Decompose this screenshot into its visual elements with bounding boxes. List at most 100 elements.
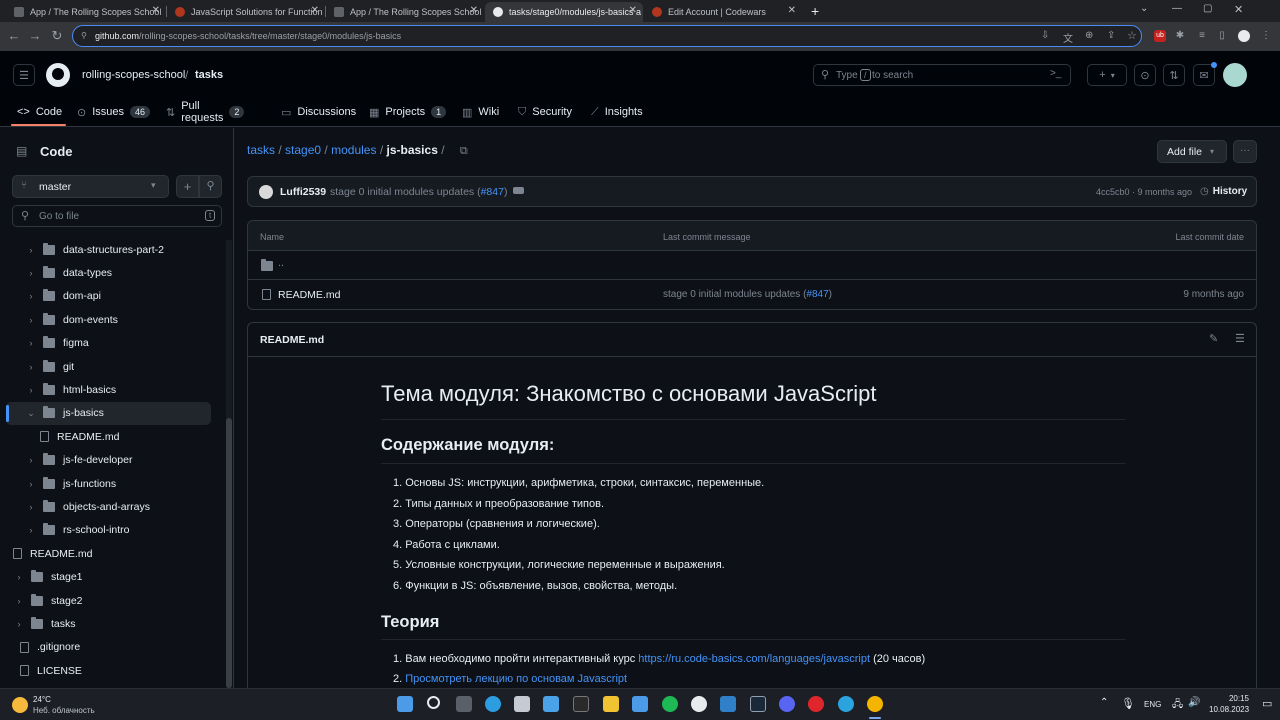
minimize-icon[interactable]: — <box>1172 3 1182 14</box>
window-close-icon[interactable]: ✕ <box>1234 3 1243 16</box>
sidepanel-icon[interactable]: ▯ <box>1216 30 1228 42</box>
copy-path-icon[interactable]: ⧉ <box>460 145 468 157</box>
chevron-right-icon[interactable]: › <box>25 362 37 372</box>
tree-folder[interactable]: › dom-api <box>25 285 101 308</box>
tree-folder[interactable]: › git <box>25 355 74 378</box>
address-bar[interactable]: ⚲ github.com/rolling-scopes-school/tasks… <box>72 25 1142 47</box>
tree-folder[interactable]: ⌄ js-basics <box>25 402 104 425</box>
branch-selector[interactable]: ⑂ master ▾ <box>12 175 169 198</box>
tab-security[interactable]: ⛉ Security <box>518 98 572 126</box>
chevron-right-icon[interactable]: › <box>25 479 37 489</box>
chevron-right-icon[interactable]: › <box>25 455 37 465</box>
user-avatar[interactable] <box>1223 63 1247 87</box>
close-icon[interactable]: ✕ <box>629 5 637 16</box>
network-icon[interactable]: 🖧 <box>1172 697 1183 714</box>
tab-pull-requests[interactable]: ⇅ Pull requests 2 <box>166 98 245 126</box>
file-explorer-icon[interactable] <box>603 696 619 712</box>
row-commit-message[interactable]: stage 0 initial modules updates (#847) <box>663 289 832 300</box>
tree-folder[interactable]: › figma <box>25 332 89 355</box>
repo-name-link[interactable]: tasks <box>195 69 223 81</box>
go-to-file-input[interactable]: ⚲ Go to file t <box>12 205 222 227</box>
tree-folder[interactable]: › stage1 <box>13 566 83 589</box>
volume-icon[interactable]: 🔊 <box>1188 697 1200 708</box>
tree-folder[interactable]: › stage2 <box>13 589 83 612</box>
chevron-right-icon[interactable]: › <box>13 619 25 629</box>
clock-date[interactable]: 10.08.2023 <box>1209 705 1249 714</box>
issues-icon[interactable]: ⊙ <box>1134 64 1156 86</box>
extensions-icon[interactable]: ✱ <box>1174 30 1186 42</box>
more-options-button[interactable]: ··· <box>1233 140 1257 163</box>
chevron-right-icon[interactable]: › <box>25 268 37 278</box>
browser-tab[interactable]: App / The Rolling Scopes School ✕ <box>326 2 484 22</box>
tree-folder[interactable]: › tasks <box>13 612 76 635</box>
author-avatar[interactable] <box>259 185 273 199</box>
row-pr-link[interactable]: #847 <box>806 289 828 300</box>
chevron-right-icon[interactable]: › <box>25 315 37 325</box>
edge-icon[interactable] <box>485 696 501 712</box>
edit-pencil-icon[interactable]: ✎ <box>1209 332 1218 345</box>
close-icon[interactable]: ✕ <box>311 5 319 16</box>
forward-icon[interactable]: → <box>27 28 43 43</box>
lecture-link[interactable]: Просмотреть лекцию по основам Javascript <box>405 673 627 685</box>
install-icon[interactable]: ⇩ <box>1041 30 1049 41</box>
reload-icon[interactable]: ↻ <box>49 28 65 44</box>
create-new-button[interactable]: + ▾ <box>1087 64 1127 86</box>
microphone-icon[interactable]: 🎙 <box>1121 697 1135 710</box>
chevron-right-icon[interactable]: › <box>25 525 37 535</box>
browser-tab[interactable]: Edit Account | Codewars ✕ <box>644 2 802 22</box>
file-name-link[interactable]: README.md <box>278 289 340 301</box>
chevron-right-icon[interactable]: › <box>25 385 37 395</box>
weather-sun-icon[interactable] <box>12 697 28 713</box>
zoom-icon[interactable]: ⊕ <box>1085 30 1093 41</box>
add-file-button[interactable]: Add file ▾ <box>1157 140 1227 163</box>
tab-projects[interactable]: ▦ Projects 1 <box>369 98 447 126</box>
discord-icon[interactable] <box>779 696 795 712</box>
tree-file[interactable]: README.md <box>13 542 92 565</box>
input-language[interactable]: ENG <box>1144 700 1161 709</box>
add-file-icon[interactable]: + <box>176 175 199 198</box>
close-icon[interactable]: ✕ <box>470 5 478 16</box>
repo-owner-link[interactable]: rolling-scopes-school <box>82 69 185 81</box>
parent-dir-link[interactable]: .. <box>278 257 284 269</box>
task-view-icon[interactable] <box>456 696 472 712</box>
pen-app-icon[interactable] <box>632 696 648 712</box>
telegram-icon[interactable] <box>838 696 854 712</box>
collapse-sidebar-icon[interactable]: ▤ <box>16 144 27 158</box>
tab-issues[interactable]: ⊙ Issues 46 <box>77 98 151 126</box>
profile-avatar-icon[interactable] <box>1238 30 1250 42</box>
hamburger-menu-icon[interactable]: ☰ <box>13 64 35 86</box>
chevron-right-icon[interactable]: › <box>25 245 37 255</box>
github-logo-icon[interactable] <box>46 63 70 87</box>
sidebar-scroll-thumb[interactable] <box>226 418 232 688</box>
new-tab-button[interactable]: + <box>811 3 819 19</box>
breadcrumb-link[interactable]: tasks <box>247 143 275 157</box>
spotify-icon[interactable] <box>662 696 678 712</box>
windows-start-icon[interactable] <box>397 696 413 712</box>
outline-list-icon[interactable]: ☰ <box>1235 332 1245 345</box>
maximize-icon[interactable]: ▢ <box>1203 3 1212 14</box>
commit-message[interactable]: stage 0 initial modules updates (#847) <box>330 186 507 198</box>
chevron-down-icon[interactable]: ⌄ <box>25 408 37 419</box>
tree-folder[interactable]: › objects-and-arrays <box>25 495 150 518</box>
tab-search-icon[interactable]: ⌄ <box>1140 3 1148 14</box>
bookmark-star-icon[interactable]: ☆ <box>1127 29 1137 42</box>
weather-temp[interactable]: 24°C <box>33 695 51 704</box>
close-icon[interactable]: ✕ <box>152 5 160 16</box>
table-row[interactable]: README.md stage 0 initial modules update… <box>248 280 1256 310</box>
search-icon[interactable] <box>427 696 440 709</box>
weather-desc[interactable]: Неб. облачность <box>33 706 95 715</box>
opera-icon[interactable] <box>808 696 824 712</box>
chevron-right-icon[interactable]: › <box>13 596 25 606</box>
tree-file[interactable]: .gitignore <box>20 636 80 659</box>
epic-games-icon[interactable] <box>573 696 589 712</box>
tree-folder[interactable]: › js-functions <box>25 472 116 495</box>
pull-requests-icon[interactable]: ⇅ <box>1163 64 1185 86</box>
tree-folder[interactable]: › dom-events <box>25 308 118 331</box>
mail-icon[interactable] <box>543 696 559 712</box>
chevron-right-icon[interactable]: › <box>25 291 37 301</box>
commit-pr-link[interactable]: #847 <box>481 186 504 198</box>
command-palette-icon[interactable]: >_ <box>1050 68 1061 79</box>
tab-discussions[interactable]: ▭ Discussions <box>281 98 356 126</box>
history-button[interactable]: ◷ History <box>1200 186 1247 197</box>
tree-folder[interactable]: › data-types <box>25 261 112 284</box>
